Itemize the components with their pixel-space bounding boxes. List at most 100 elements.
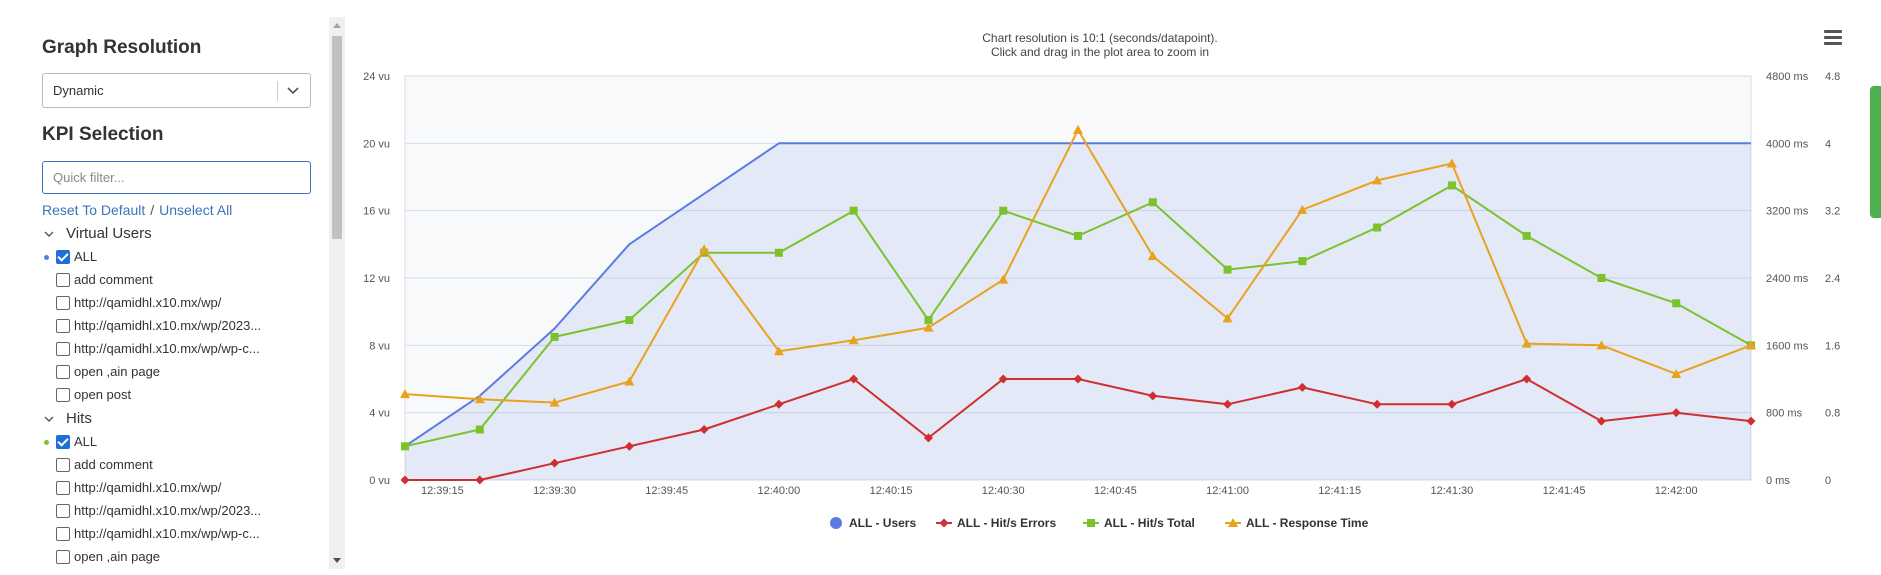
item-label: http://qamidhl.x10.mx/wp/ bbox=[74, 295, 222, 310]
group-hits[interactable]: Hits bbox=[44, 410, 92, 427]
checkbox[interactable] bbox=[56, 319, 70, 333]
point-marker bbox=[625, 316, 634, 325]
checkbox[interactable] bbox=[56, 550, 70, 564]
graph-resolution-title: Graph Resolution bbox=[42, 37, 202, 58]
checkbox[interactable] bbox=[56, 273, 70, 287]
checkbox[interactable] bbox=[56, 365, 70, 379]
point-marker bbox=[475, 425, 484, 434]
item-label: add comment bbox=[74, 272, 153, 287]
y-tick-label-vu: 0 vu bbox=[369, 475, 390, 487]
scroll-up-arrow-icon[interactable] bbox=[333, 23, 341, 28]
kpi-chart[interactable]: 0 vu 4 vu 8 vu 12 vu 16 vu 20 vu 24 vu 0 ms 0 800… bbox=[346, 0, 1881, 575]
item-label: open ,ain page bbox=[74, 549, 161, 564]
legend-item-label[interactable]: ALL - Hit/s Total bbox=[1104, 516, 1195, 530]
item-label: open post bbox=[74, 387, 132, 402]
y-tick-label-hits: 1.6 bbox=[1825, 340, 1840, 352]
checkbox[interactable] bbox=[56, 388, 70, 402]
chevron-down-icon[interactable] bbox=[285, 82, 301, 98]
x-tick-label: 12:39:15 bbox=[421, 485, 464, 497]
legend-item-label[interactable]: ALL - Users bbox=[849, 516, 916, 530]
y-tick-label-hits: 2.4 bbox=[1825, 273, 1840, 285]
checkbox[interactable] bbox=[56, 342, 70, 356]
x-tick-label: 12:41:15 bbox=[1318, 485, 1361, 497]
item-label: http://qamidhl.x10.mx/wp/wp-c... bbox=[74, 341, 260, 356]
y-tick-label-vu: 16 vu bbox=[363, 206, 390, 218]
chart-menu-hamburger-icon[interactable] bbox=[1824, 30, 1842, 46]
y-tick-label-ms: 4000 ms bbox=[1766, 138, 1809, 150]
y-tick-label-vu: 8 vu bbox=[369, 340, 390, 352]
resolution-select[interactable]: Dynamic bbox=[42, 73, 311, 108]
checkbox[interactable] bbox=[56, 458, 70, 472]
y-tick-label-vu: 20 vu bbox=[363, 138, 390, 150]
series-dot bbox=[44, 255, 49, 260]
chevron-down-icon[interactable] bbox=[44, 229, 54, 239]
feedback-side-tab[interactable] bbox=[1870, 86, 1881, 218]
scroll-down-arrow-icon[interactable] bbox=[333, 558, 341, 563]
point-marker bbox=[1148, 198, 1157, 207]
checkbox[interactable] bbox=[56, 250, 70, 264]
checkbox[interactable] bbox=[56, 435, 70, 449]
left-panel: Graph Resolution Dynamic KPI Selection R… bbox=[0, 0, 330, 575]
point-marker bbox=[774, 248, 783, 257]
scrollbar-thumb[interactable] bbox=[332, 36, 342, 239]
group-virtual-users[interactable]: Virtual Users bbox=[44, 225, 152, 242]
y-tick-label-hits: 0 bbox=[1825, 475, 1831, 487]
chart-subtitle: Chart resolution is 10:1 (seconds/datapo… bbox=[982, 31, 1217, 45]
resolution-select-value: Dynamic bbox=[53, 83, 104, 98]
y-tick-label-ms: 800 ms bbox=[1766, 408, 1803, 420]
y-tick-label-vu: 4 vu bbox=[369, 408, 390, 420]
y-tick-label-ms: 2400 ms bbox=[1766, 273, 1809, 285]
chart-area[interactable]: 0 vu 4 vu 8 vu 12 vu 16 vu 20 vu 24 vu 0 ms 0 800… bbox=[346, 0, 1881, 575]
point-marker bbox=[999, 206, 1008, 215]
quick-filter-input[interactable] bbox=[42, 161, 311, 194]
unselect-all-link[interactable]: Unselect All bbox=[159, 202, 232, 218]
x-tick-label: 12:40:45 bbox=[1094, 485, 1137, 497]
x-tick-label: 12:41:45 bbox=[1543, 485, 1586, 497]
point-marker bbox=[1672, 299, 1681, 308]
chevron-down-icon[interactable] bbox=[44, 414, 54, 424]
item-label: http://qamidhl.x10.mx/wp/wp-c... bbox=[74, 526, 260, 541]
x-tick-label: 12:39:30 bbox=[533, 485, 576, 497]
point-marker bbox=[1223, 265, 1232, 274]
point-marker bbox=[849, 206, 858, 215]
item-label: open ,ain page bbox=[74, 364, 161, 379]
checkbox[interactable] bbox=[56, 527, 70, 541]
x-tick-label: 12:40:00 bbox=[757, 485, 800, 497]
point-marker bbox=[401, 442, 409, 451]
y-tick-label-hits: 3.2 bbox=[1825, 206, 1840, 218]
sidebar-scrollbar[interactable] bbox=[329, 17, 345, 569]
y-tick-label-vu: 24 vu bbox=[363, 71, 390, 83]
legend-marker bbox=[1087, 519, 1095, 527]
legend-item-label[interactable]: ALL - Hit/s Errors bbox=[957, 516, 1056, 530]
item-label: http://qamidhl.x10.mx/wp/ bbox=[74, 480, 222, 495]
y-tick-label-ms: 0 ms bbox=[1766, 475, 1790, 487]
point-marker bbox=[1373, 223, 1382, 232]
group-label: Hits bbox=[66, 410, 92, 427]
x-tick-label: 12:39:45 bbox=[645, 485, 688, 497]
point-marker bbox=[550, 332, 559, 341]
selection-links: Reset To Default / Unselect All bbox=[42, 202, 232, 218]
y-tick-label-ms: 1600 ms bbox=[1766, 340, 1809, 352]
series-dot bbox=[44, 440, 49, 445]
group-label: Virtual Users bbox=[66, 225, 152, 242]
checkbox[interactable] bbox=[56, 481, 70, 495]
point-marker bbox=[1298, 257, 1307, 266]
point-marker bbox=[1597, 274, 1606, 282]
item-label: http://qamidhl.x10.mx/wp/2023... bbox=[74, 318, 262, 333]
select-divider bbox=[277, 81, 278, 101]
item-label: ALL bbox=[74, 434, 98, 449]
y-tick-label-hits: 0.8 bbox=[1825, 408, 1840, 420]
checkbox[interactable] bbox=[56, 296, 70, 310]
point-marker bbox=[1522, 231, 1531, 240]
legend-marker bbox=[939, 518, 949, 528]
checkbox[interactable] bbox=[56, 504, 70, 518]
chart-subtitle: Click and drag in the plot area to zoom … bbox=[991, 45, 1209, 59]
legend-item-label[interactable]: ALL - Response Time bbox=[1246, 516, 1369, 530]
reset-to-default-link[interactable]: Reset To Default bbox=[42, 202, 145, 218]
y-tick-label-ms: 4800 ms bbox=[1766, 71, 1809, 83]
x-tick-label: 12:41:30 bbox=[1430, 485, 1473, 497]
point-marker bbox=[1074, 231, 1082, 240]
x-tick-label: 12:42:00 bbox=[1655, 485, 1698, 497]
legend-symbol bbox=[830, 517, 842, 529]
x-tick-label: 12:41:00 bbox=[1206, 485, 1249, 497]
